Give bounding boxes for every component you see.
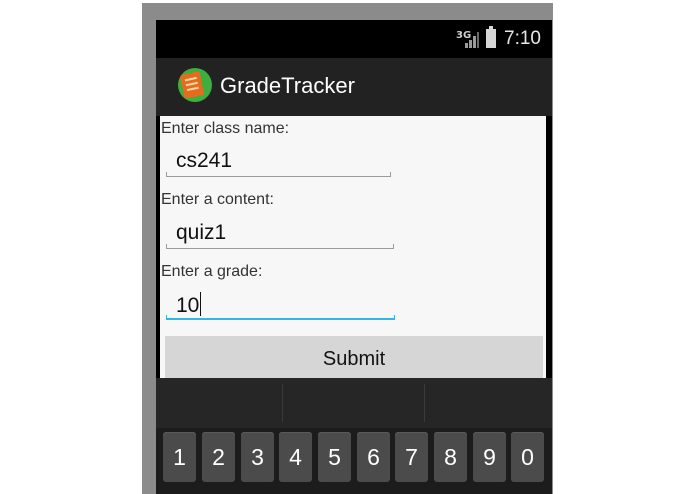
number-key-row: 1 2 3 4 5 6 7 8 9 0 [162,432,548,482]
device-screen: 3G 7:10 GradeTracker Enter class name: c… [156,20,552,494]
key-0[interactable]: 0 [511,432,544,482]
key-3[interactable]: 3 [241,432,274,482]
submit-button[interactable]: Submit [165,336,543,382]
battery-icon [486,26,496,48]
content-value: quiz1 [176,221,227,244]
status-bar: 3G 7:10 [156,20,552,58]
class-name-value: cs241 [176,149,233,172]
key-7[interactable]: 7 [395,432,428,482]
key-2[interactable]: 2 [202,432,235,482]
class-name-label: Enter class name: [161,120,290,137]
suggestion-divider [424,384,425,422]
key-1[interactable]: 1 [163,432,196,482]
app-icon[interactable] [178,68,212,102]
status-clock: 7:10 [504,28,541,49]
key-9[interactable]: 9 [473,432,506,482]
key-4[interactable]: 4 [279,432,312,482]
key-6[interactable]: 6 [357,432,390,482]
input-underline [166,244,394,249]
numeric-keyboard: 1 2 3 4 5 6 7 8 9 0 [156,378,552,494]
input-underline-focused [166,315,395,320]
grade-form: Enter class name: cs241 Enter a content:… [160,116,546,382]
grade-value: 10 [176,292,202,317]
content-label: Enter a content: [161,191,274,208]
content-input[interactable]: quiz1 [166,221,394,249]
notepad-icon [179,71,205,99]
key-5[interactable]: 5 [318,432,351,482]
grade-label: Enter a grade: [161,263,263,280]
suggestion-strip [156,378,552,428]
input-underline [166,172,391,177]
signal-icon [465,32,479,48]
key-8[interactable]: 8 [434,432,467,482]
action-bar: GradeTracker [156,58,552,116]
app-title: GradeTracker [220,73,355,98]
suggestion-divider [282,384,283,422]
class-name-input[interactable]: cs241 [166,149,391,177]
text-cursor [200,292,202,316]
grade-input[interactable]: 10 [166,292,395,320]
